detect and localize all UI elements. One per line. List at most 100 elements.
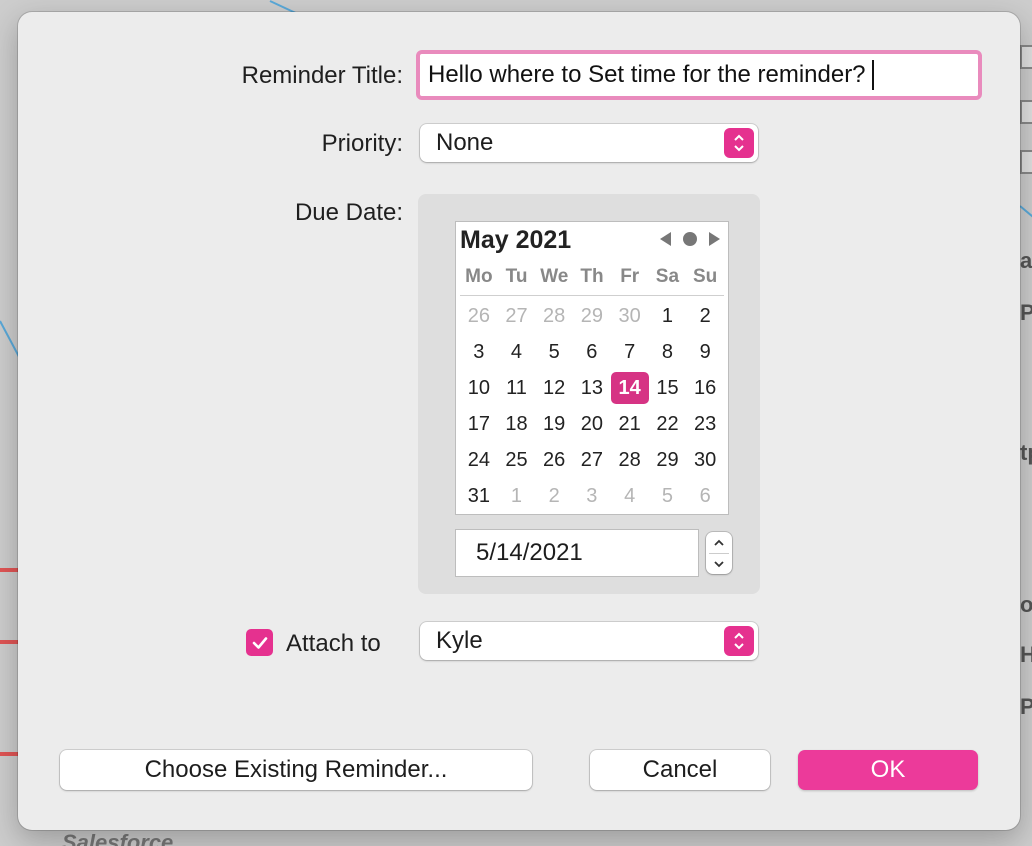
date-stepper[interactable]: [706, 532, 732, 574]
calendar-day-number: 6: [699, 484, 711, 507]
calendar-day-number: 12: [543, 376, 566, 399]
previous-month-icon[interactable]: [660, 232, 671, 246]
calendar-day[interactable]: 7: [611, 334, 649, 370]
calendar-day[interactable]: 29: [649, 442, 687, 478]
checkmark-icon: [252, 636, 267, 649]
calendar-day[interactable]: 30: [611, 298, 649, 334]
background-connector-line: [1019, 205, 1032, 220]
calendar-day[interactable]: 1: [498, 478, 536, 514]
background-red-line: [0, 640, 18, 644]
calendar-day-number: 8: [661, 340, 674, 363]
reminder-title-input[interactable]: Hello where to Set time for the reminder…: [416, 50, 982, 100]
calendar-day[interactable]: 16: [686, 370, 724, 406]
calendar-day-number: 5: [661, 484, 674, 507]
reminder-title-label: Reminder Title:: [241, 62, 403, 89]
calendar-day[interactable]: 6: [686, 478, 724, 514]
calendar-day[interactable]: 23: [686, 406, 724, 442]
weekday-label: Fr: [620, 266, 640, 287]
priority-label: Priority:: [321, 130, 403, 157]
priority-select[interactable]: None: [420, 124, 758, 162]
updown-chevron-icon: [724, 626, 754, 656]
calendar-day-number: 14: [610, 372, 649, 404]
calendar-day[interactable]: 29: [573, 298, 611, 334]
calendar-day[interactable]: 26: [460, 298, 498, 334]
calendar-day-number: 28: [618, 448, 641, 471]
calendar-day[interactable]: 8: [649, 334, 687, 370]
today-dot-icon[interactable]: [683, 232, 697, 246]
calendar-day-number: 2: [699, 304, 711, 327]
calendar-day[interactable]: 6: [573, 334, 611, 370]
calendar-day[interactable]: 30: [686, 442, 724, 478]
calendar-day[interactable]: 13: [573, 370, 611, 406]
calendar-day[interactable]: 24: [460, 442, 498, 478]
background-bar: [1020, 100, 1032, 124]
calendar-day-number: 7: [624, 340, 636, 363]
calendar-day[interactable]: 31: [460, 478, 498, 514]
calendar-day[interactable]: 9: [686, 334, 724, 370]
calendar-day[interactable]: 22: [649, 406, 687, 442]
weekday-label: Su: [693, 266, 718, 287]
calendar-day[interactable]: 21: [611, 406, 649, 442]
calendar-day[interactable]: 5: [535, 334, 573, 370]
attach-to-select[interactable]: Kyle: [420, 622, 758, 660]
calendar-day-number: 27: [580, 448, 603, 471]
calendar-day[interactable]: 15: [649, 370, 687, 406]
calendar-day-number: 16: [694, 376, 717, 399]
calendar-day-number: 3: [473, 340, 485, 363]
calendar-day[interactable]: 28: [611, 442, 649, 478]
calendar-day[interactable]: 12: [535, 370, 573, 406]
stepper-divider: [709, 552, 729, 554]
calendar-day-number: 30: [694, 448, 717, 471]
calendar-day-number: 4: [624, 484, 636, 507]
attach-to-checkbox[interactable]: [246, 629, 273, 656]
background-bar: [1020, 45, 1032, 69]
background-fragment: HI: [1020, 642, 1032, 667]
calendar-day[interactable]: 20: [573, 406, 611, 442]
calendar-day-number: 26: [543, 448, 566, 471]
calendar-weekdays: Mo Tu We Th Fr Sa Su: [460, 266, 724, 296]
calendar-day[interactable]: 2: [686, 298, 724, 334]
text-cursor: [871, 60, 874, 90]
calendar-day[interactable]: 4: [498, 334, 536, 370]
updown-chevron-icon: [724, 128, 754, 158]
choose-existing-reminder-button[interactable]: Choose Existing Reminder...: [60, 750, 532, 790]
calendar-day-number: 4: [510, 340, 523, 363]
ok-button[interactable]: OK: [798, 750, 978, 790]
calendar-day[interactable]: 10: [460, 370, 498, 406]
calendar-day[interactable]: 1: [649, 298, 687, 334]
calendar-day-selected[interactable]: 14: [610, 370, 649, 406]
attach-to-value: Kyle: [436, 627, 483, 654]
background-fragment: ac: [1020, 248, 1032, 273]
calendar-day[interactable]: 3: [460, 334, 498, 370]
next-month-icon[interactable]: [709, 232, 720, 246]
calendar-day[interactable]: 27: [573, 442, 611, 478]
calendar-day[interactable]: 17: [460, 406, 498, 442]
calendar-day[interactable]: 26: [535, 442, 573, 478]
calendar-day[interactable]: 28: [535, 298, 573, 334]
due-date-input[interactable]: 5/14/2021: [456, 530, 698, 576]
background-fragment: tp: [1020, 440, 1032, 465]
calendar-day-number: 25: [505, 448, 528, 471]
background-fragment: PI: [1020, 694, 1032, 719]
calendar-day[interactable]: 27: [498, 298, 536, 334]
calendar-day-number: 5: [548, 340, 560, 363]
calendar-day[interactable]: 5: [649, 478, 687, 514]
background-fragment: oc: [1020, 592, 1032, 617]
calendar-day[interactable]: 2: [535, 478, 573, 514]
calendar-day[interactable]: 3: [573, 478, 611, 514]
calendar-day[interactable]: 25: [498, 442, 536, 478]
calendar-day-number: 28: [543, 304, 566, 327]
stepper-up-icon[interactable]: [714, 538, 724, 548]
calendar-day[interactable]: 11: [498, 370, 536, 406]
calendar-day-number: 30: [618, 304, 641, 327]
calendar-day-number: 2: [548, 484, 560, 507]
weekday-label: We: [540, 266, 569, 287]
calendar-day[interactable]: 18: [498, 406, 536, 442]
calendar-day[interactable]: 4: [611, 478, 649, 514]
cancel-button[interactable]: Cancel: [590, 750, 770, 790]
stepper-down-icon[interactable]: [714, 559, 724, 569]
weekday-label: Mo: [465, 266, 493, 287]
calendar: May 2021 Mo Tu We Th Fr Sa Su 26 27 28 29 30…: [456, 222, 728, 514]
due-date-label: Due Date:: [294, 199, 403, 226]
calendar-day[interactable]: 19: [535, 406, 573, 442]
